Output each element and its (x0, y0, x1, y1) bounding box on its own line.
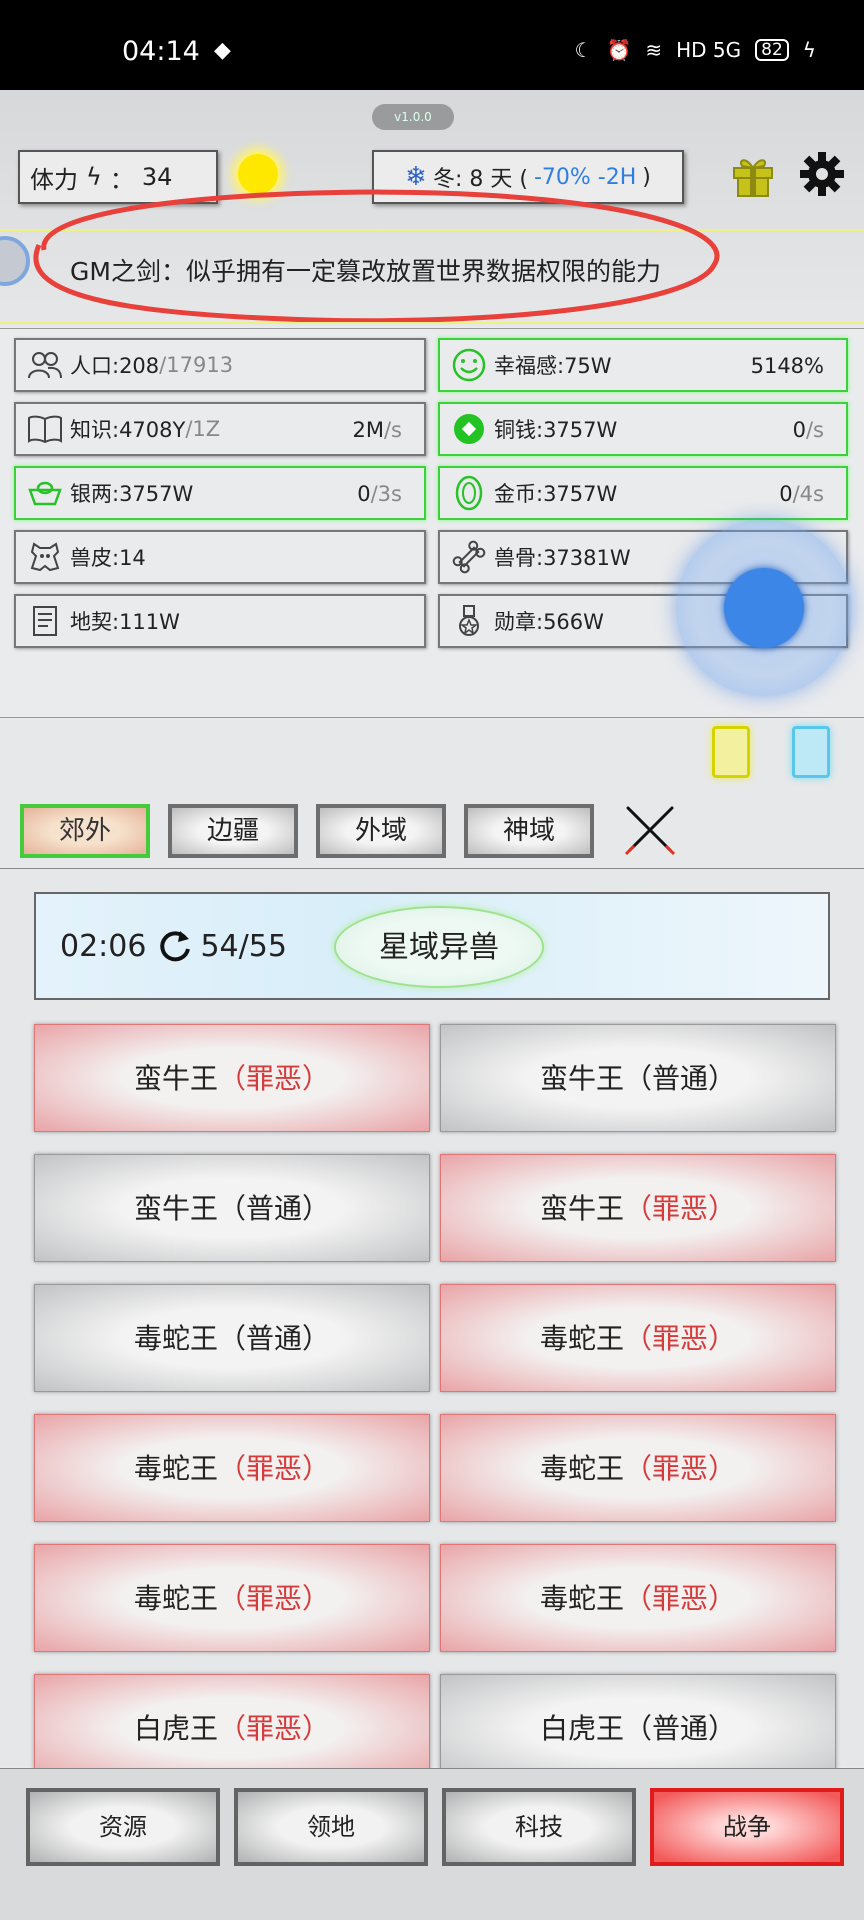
enemy-name: 蛮牛王 (539, 1062, 624, 1095)
bone-icon (450, 538, 488, 576)
enemy-tag: （普通） (624, 1712, 737, 1745)
medal-icon (450, 602, 488, 640)
hide-icon (26, 538, 64, 576)
crossed-swords-icon[interactable] (622, 802, 678, 858)
enemy-name: 蛮牛王 (539, 1192, 624, 1225)
enemy-tag: （罪恶） (624, 1452, 737, 1485)
enemy-name: 毒蛇王 (539, 1452, 624, 1485)
people-icon (26, 346, 64, 384)
resource-deed[interactable]: 地契:111W (14, 594, 426, 648)
tab-outer-domain[interactable]: 外域 (316, 804, 446, 858)
alarm-icon: ⏰ (606, 38, 632, 62)
enemy-tag: （罪恶） (218, 1712, 331, 1745)
enemy-tag: （罪恶） (218, 1582, 331, 1615)
copper-coin-icon (450, 410, 488, 448)
nav-war[interactable]: 战争 (650, 1788, 844, 1866)
enemy-name: 蛮牛王 (133, 1192, 218, 1225)
book-icon (26, 410, 64, 448)
charging-icon: ϟ (802, 38, 816, 62)
enemy-button[interactable]: 白虎王（罪恶） (34, 1674, 430, 1782)
enemy-tag: （罪恶） (624, 1322, 737, 1355)
enemy-name: 毒蛇王 (133, 1582, 218, 1615)
enemy-name: 白虎王 (539, 1712, 624, 1745)
enemy-tag: （罪恶） (218, 1452, 331, 1485)
layers-icon: ◆ (214, 38, 231, 63)
yellow-card-icon[interactable] (712, 726, 750, 778)
enemy-button[interactable]: 毒蛇王（罪恶） (34, 1544, 430, 1652)
resource-population[interactable]: 人口:208/17913 (14, 338, 426, 392)
battle-timer: 02:06 (60, 928, 147, 964)
battery-icon: 82 (755, 39, 789, 61)
enemy-button[interactable]: 蛮牛王（普通） (440, 1024, 836, 1132)
moon-icon: ☾ (574, 38, 593, 62)
nav-resources[interactable]: 资源 (26, 1788, 220, 1866)
enemy-button[interactable]: 蛮牛王（普通） (34, 1154, 430, 1262)
clock: 04:14 (122, 36, 200, 67)
enemy-name: 白虎王 (133, 1712, 218, 1745)
tab-frontier[interactable]: 边疆 (168, 804, 298, 858)
enemy-name: 毒蛇王 (539, 1322, 624, 1355)
resource-happiness[interactable]: 幸福感:75W 5148% (438, 338, 848, 392)
tab-suburb[interactable]: 郊外 (20, 804, 150, 858)
zone-badge[interactable]: 星域异兽 (334, 906, 544, 988)
nav-territory[interactable]: 领地 (234, 1788, 428, 1866)
status-bar: 04:14 ◆ ☾ ⏰ ≋ HD 5G 82 ϟ (0, 0, 864, 90)
resource-copper[interactable]: 铜钱:3757W 0/s (438, 402, 848, 456)
enemy-tag: （普通） (624, 1062, 737, 1095)
enemy-tag: （罪恶） (218, 1062, 331, 1095)
resource-hide[interactable]: 兽皮:14 (14, 530, 426, 584)
gear-icon[interactable] (798, 150, 846, 198)
refresh-icon[interactable] (156, 927, 194, 965)
deed-icon (26, 602, 64, 640)
enemy-tag: （普通） (218, 1192, 331, 1225)
silver-ingot-icon (26, 474, 64, 512)
enemy-button[interactable]: 蛮牛王（罪恶） (34, 1024, 430, 1132)
enemy-name: 毒蛇王 (133, 1452, 218, 1485)
battle-progress: 54/55 (200, 928, 287, 964)
enemy-button[interactable]: 毒蛇王（罪恶） (34, 1414, 430, 1522)
floating-orb-core[interactable] (724, 568, 804, 648)
enemy-button[interactable]: 毒蛇王（罪恶） (440, 1414, 836, 1522)
enemy-tag: （罪恶） (624, 1582, 737, 1615)
enemy-name: 毒蛇王 (539, 1582, 624, 1615)
enemy-tag: （罪恶） (624, 1192, 737, 1225)
wifi-icon: ≋ (645, 38, 663, 62)
nav-technology[interactable]: 科技 (442, 1788, 636, 1866)
resource-gold[interactable]: 金币:3757W 0/4s (438, 466, 848, 520)
smile-icon (450, 346, 488, 384)
resource-silver[interactable]: 银两:3757W 0/3s (14, 466, 426, 520)
enemy-button[interactable]: 蛮牛王（罪恶） (440, 1154, 836, 1262)
enemy-name: 蛮牛王 (133, 1062, 218, 1095)
enemy-button[interactable]: 毒蛇王（罪恶） (440, 1544, 836, 1652)
enemy-button[interactable]: 白虎王（普通） (440, 1674, 836, 1782)
tab-divine-domain[interactable]: 神域 (464, 804, 594, 858)
enemy-name: 毒蛇王 (133, 1322, 218, 1355)
gift-icon[interactable] (730, 152, 776, 198)
resource-knowledge[interactable]: 知识:4708Y/1Z 2M/s (14, 402, 426, 456)
enemy-button[interactable]: 毒蛇王（罪恶） (440, 1284, 836, 1392)
enemy-button[interactable]: 毒蛇王（普通） (34, 1284, 430, 1392)
enemy-tag: （普通） (218, 1322, 331, 1355)
red-annotation-ellipse (33, 189, 720, 324)
version-badge: v1.0.0 (372, 104, 454, 130)
gold-coin-icon (450, 474, 488, 512)
moon-card-icon[interactable] (792, 726, 830, 778)
network-label: HD 5G (676, 38, 742, 62)
